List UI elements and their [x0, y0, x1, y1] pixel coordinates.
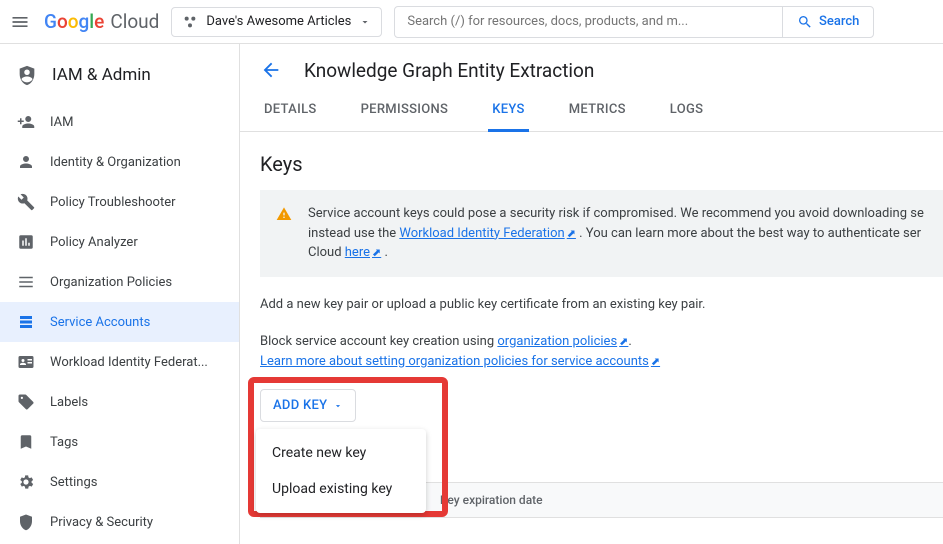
link-here[interactable]: here⬈	[345, 245, 381, 260]
search-input[interactable]	[395, 14, 782, 29]
nav-org-policies[interactable]: Organization Policies	[0, 262, 239, 302]
add-key-button[interactable]: ADD KEY	[260, 389, 356, 422]
link-learn-more[interactable]: Learn more about setting organization po…	[260, 354, 660, 369]
external-link-icon: ⬈	[619, 335, 628, 348]
tag-icon	[16, 393, 36, 411]
nav-privacy-security[interactable]: Privacy & Security	[0, 502, 239, 542]
search-button[interactable]: Search	[782, 7, 873, 37]
sidebar: IAM & Admin IAM Identity & Organization …	[0, 44, 240, 544]
warning-box: Service account keys could pose a securi…	[260, 190, 943, 277]
shield-small-icon	[16, 513, 36, 531]
back-arrow[interactable]	[260, 58, 284, 82]
nav-tags[interactable]: Tags	[0, 422, 239, 462]
page-title: Knowledge Graph Entity Extraction	[304, 59, 594, 82]
link-workload-identity[interactable]: Workload Identity Federation⬈	[399, 226, 576, 241]
bookmark-icon	[16, 433, 36, 451]
person-add-icon	[16, 113, 36, 131]
analyzer-icon	[16, 233, 36, 251]
external-link-icon: ⬈	[372, 246, 381, 259]
project-name: Dave's Awesome Articles	[206, 14, 351, 29]
nav-policy-troubleshooter[interactable]: Policy Troubleshooter	[0, 182, 239, 222]
add-key-instruction: Add a new key pair or upload a public ke…	[260, 295, 943, 315]
shield-icon	[16, 64, 38, 86]
chevron-down-icon	[333, 401, 343, 411]
external-link-icon: ⬈	[651, 355, 660, 368]
link-org-policies[interactable]: organization policies⬈	[497, 334, 628, 349]
external-link-icon: ⬈	[567, 227, 576, 240]
menu-create-new-key[interactable]: Create new key	[256, 435, 426, 471]
nav-labels[interactable]: Labels	[0, 382, 239, 422]
tab-permissions[interactable]: PERMISSIONS	[357, 92, 453, 131]
nav-service-accounts[interactable]: Service Accounts	[0, 302, 239, 342]
badge-icon	[16, 353, 36, 371]
person-icon	[16, 153, 36, 171]
chevron-down-icon	[359, 16, 371, 28]
cloud-label: Cloud	[110, 10, 159, 33]
project-picker[interactable]: Dave's Awesome Articles	[171, 7, 382, 37]
warning-icon	[276, 206, 292, 263]
nav-workload-identity[interactable]: Workload Identity Federat...	[0, 342, 239, 382]
hamburger-menu[interactable]	[8, 10, 32, 34]
keys-heading: Keys	[260, 152, 943, 176]
gcp-logo[interactable]: Google Cloud	[44, 10, 159, 33]
tab-logs[interactable]: LOGS	[666, 92, 708, 131]
project-icon	[182, 14, 198, 30]
section-title: IAM & Admin	[0, 56, 239, 102]
service-account-icon	[16, 313, 36, 331]
tab-details[interactable]: DETAILS	[260, 92, 321, 131]
tab-keys[interactable]: KEYS	[488, 92, 528, 132]
tab-metrics[interactable]: METRICS	[565, 92, 630, 131]
nav-policy-analyzer[interactable]: Policy Analyzer	[0, 222, 239, 262]
menu-upload-existing-key[interactable]: Upload existing key	[256, 471, 426, 507]
warning-text: Service account keys could pose a securi…	[308, 204, 927, 263]
add-key-menu: Create new key Upload existing key	[256, 429, 426, 513]
search-icon	[797, 14, 813, 30]
list-icon	[16, 273, 36, 291]
block-key-text: Block service account key creation using…	[260, 332, 943, 371]
gear-icon	[16, 473, 36, 491]
wrench-icon	[16, 193, 36, 211]
tabs: DETAILS PERMISSIONS KEYS METRICS LOGS	[240, 92, 943, 132]
col-key-expiration: Key expiration date	[440, 493, 580, 507]
search-button-label: Search	[819, 14, 859, 29]
nav-settings[interactable]: Settings	[0, 462, 239, 502]
nav-identity-org[interactable]: Identity & Organization	[0, 142, 239, 182]
search-bar[interactable]: Search	[394, 6, 874, 38]
nav-iam[interactable]: IAM	[0, 102, 239, 142]
